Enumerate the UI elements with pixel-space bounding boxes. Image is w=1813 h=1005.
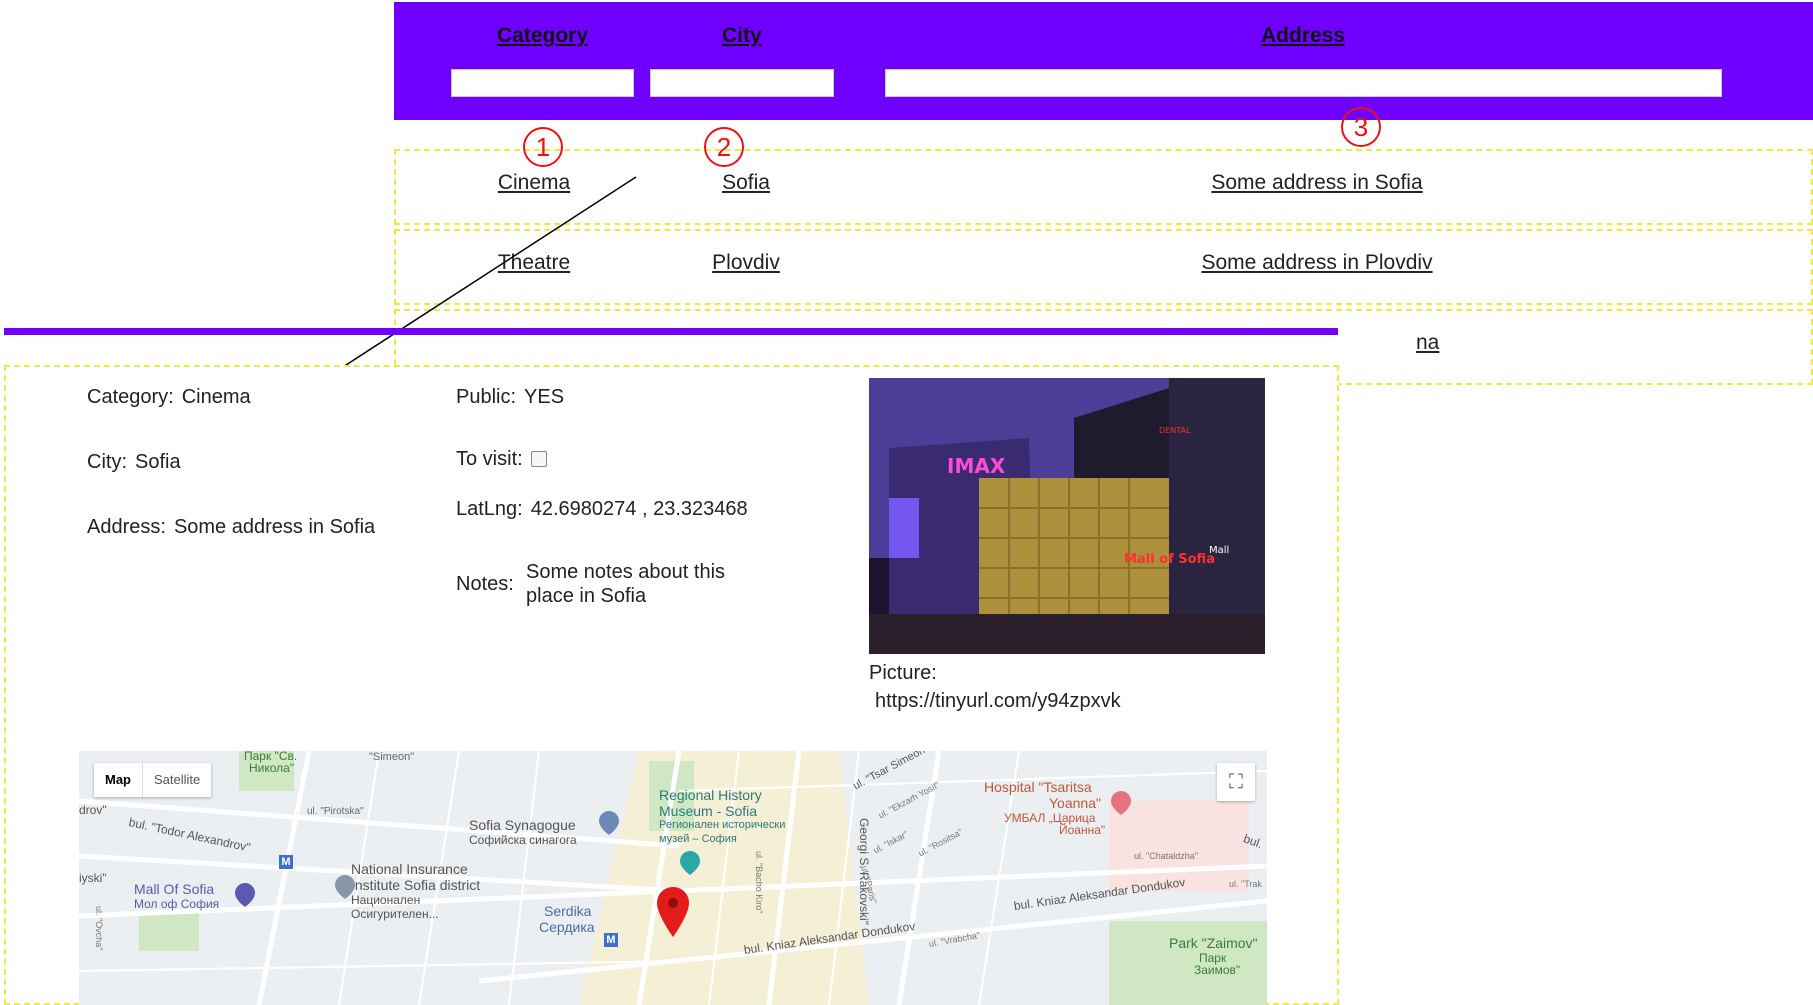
callout-marker-3: 3: [1341, 107, 1381, 147]
map-label: Осигурителен...: [351, 907, 439, 921]
map-label: National Insurance: [351, 861, 468, 877]
map-label: Регионален исторически: [659, 819, 786, 831]
map-label: Никола": [249, 761, 295, 775]
callout-marker-1: 1: [523, 127, 563, 167]
map-label: Национален: [351, 893, 421, 907]
detail-notes-key: Notes:: [456, 573, 514, 595]
to-visit-checkbox[interactable]: [530, 451, 547, 467]
detail-category: Category: Cinema: [87, 386, 251, 409]
callout-marker-2: 2: [704, 127, 744, 167]
map-label: ul. "Trak: [1229, 879, 1262, 889]
map-label: "Simeon": [369, 751, 415, 763]
row-address[interactable]: Some address in Plovdiv: [1201, 251, 1432, 275]
detail-public-key: Public:: [456, 386, 517, 408]
map-label: Museum - Sofia: [659, 803, 758, 819]
map-type-map-button[interactable]: Map: [94, 763, 142, 797]
map-label: Serdika: [544, 903, 592, 919]
map-label: Mall Of Sofia: [134, 881, 215, 897]
institution-pin-icon[interactable]: [335, 875, 355, 899]
map-label: Yoanna": [1049, 795, 1101, 811]
row-city[interactable]: Sofia: [722, 171, 770, 195]
synagogue-pin-icon[interactable]: [599, 811, 619, 835]
table-header: Category City Address: [394, 2, 1813, 120]
map-label: ul. "Pirotska": [307, 806, 364, 817]
address-column-header[interactable]: Address: [1261, 24, 1345, 48]
photo-sign-dental: DENTAL: [1159, 426, 1191, 435]
map-label: Park "Zaimov": [1169, 935, 1258, 951]
detail-notes-line2: place in Sofia: [526, 585, 647, 607]
city-filter-input[interactable]: [650, 69, 834, 97]
map-label: Regional History: [659, 787, 762, 803]
row-category[interactable]: Cinema: [498, 171, 570, 195]
photo-sign-imax: IMAX: [947, 454, 1006, 478]
map-label: Hospital "Tsaritsa: [984, 779, 1092, 795]
detail-city-key: City:: [87, 451, 127, 473]
map-label: ul. "Bacho Kiro": [754, 851, 764, 914]
row-address[interactable]: na: [1416, 331, 1439, 355]
city-column-header[interactable]: City: [722, 24, 762, 48]
map-label: Institute Sofia district: [351, 877, 481, 893]
mall-pin-icon[interactable]: [235, 883, 255, 907]
map-view[interactable]: Map Satellite ⛶ Парк "Св. Никола" "Simeo…: [79, 751, 1267, 1005]
hospital-pin-icon[interactable]: [1111, 791, 1131, 815]
map-label: Заимов": [1194, 963, 1241, 977]
table-row[interactable]: Cinema Sofia Some address in Sofia: [394, 149, 1813, 225]
map-label: Sofia Synagogue: [469, 817, 576, 833]
detail-picture-url[interactable]: https://tinyurl.com/y94zpxvk: [875, 690, 1121, 713]
photo-sign-mall-of-sofia: Mall of Sofia: [1124, 552, 1215, 567]
map-label: Мол оф София: [134, 897, 220, 911]
map-label: ul. "Ovcha": [94, 906, 104, 951]
detail-category-value: Cinema: [181, 386, 251, 408]
detail-address-value: Some address in Sofia: [173, 516, 376, 538]
detail-to-visit-key: To visit:: [456, 448, 523, 470]
metro-icon[interactable]: M: [604, 933, 618, 947]
detail-latlng-value: 42.6980274 , 23.323468: [530, 498, 748, 520]
location-marker-icon[interactable]: [657, 887, 689, 937]
detail-picture-key: Picture:: [869, 662, 937, 684]
address-filter-input[interactable]: [885, 69, 1722, 97]
detail-notes-line1: Some notes about this: [526, 561, 726, 583]
place-photo: IMAX Mall of Sofia DENTAL Mall: [869, 378, 1265, 654]
row-address[interactable]: Some address in Sofia: [1211, 171, 1422, 195]
detail-public: Public: YES: [456, 386, 564, 409]
category-column-header[interactable]: Category: [497, 24, 588, 48]
photo-sign-mall: Mall: [1209, 545, 1229, 556]
detail-city-value: Sofia: [135, 451, 181, 473]
map-label: ul. "Chataldzha": [1134, 851, 1198, 861]
table-row[interactable]: Theatre Plovdiv Some address in Plovdiv: [394, 229, 1813, 305]
fullscreen-icon[interactable]: ⛶: [1217, 763, 1255, 801]
map-label: музей – София: [659, 833, 737, 845]
detail-public-value: YES: [524, 386, 565, 408]
map-type-toggle: Map Satellite: [94, 763, 212, 797]
map-label: drov": [79, 803, 107, 817]
map-label: Сердика: [539, 919, 595, 935]
detail-address-key: Address:: [87, 516, 166, 538]
metro-icon[interactable]: M: [279, 855, 293, 869]
map-label: iyski": [79, 871, 107, 885]
detail-city: City: Sofia: [87, 451, 181, 474]
row-category[interactable]: Theatre: [498, 251, 570, 275]
detail-panel: Category: Cinema City: Sofia Address: Some …: [4, 365, 1339, 1005]
map-type-satellite-button[interactable]: Satellite: [142, 763, 211, 797]
detail-address: Address: Some address in Sofia: [87, 516, 375, 539]
row-city[interactable]: Plovdiv: [712, 251, 780, 275]
detail-to-visit: To visit:: [456, 448, 547, 471]
category-filter-input[interactable]: [451, 69, 634, 97]
detail-latlng: LatLng: 42.6980274 , 23.323468: [456, 498, 748, 521]
museum-pin-icon[interactable]: [680, 851, 700, 875]
split-divider[interactable]: [4, 328, 1338, 335]
detail-latlng-key: LatLng:: [456, 498, 523, 520]
detail-category-key: Category:: [87, 386, 174, 408]
map-label: Йоанна": [1059, 823, 1106, 837]
map-label: Софийска синагога: [469, 833, 577, 847]
